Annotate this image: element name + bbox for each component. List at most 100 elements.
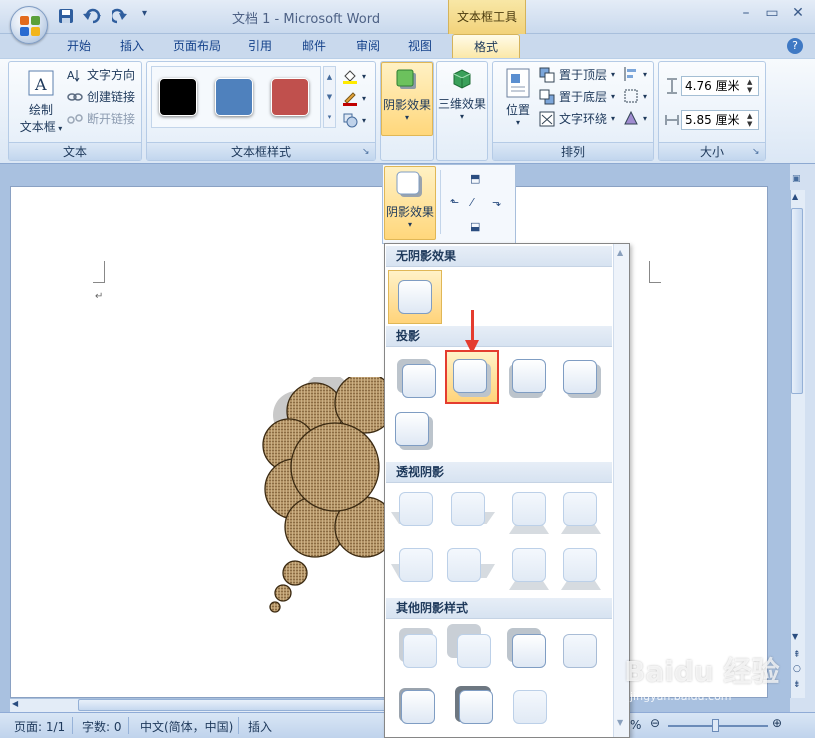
tab-home[interactable]: 开始 xyxy=(60,34,98,58)
group-styles-label: 文本框样式 xyxy=(147,142,375,160)
bring-to-front-button[interactable]: 置于顶层 ▾ xyxy=(539,66,615,83)
group-arrange: 位置 ▾ 置于顶层 ▾ 置于底层 ▾ 文字环绕 ▾ ▾ ▾ ▾ 排列 xyxy=(492,61,654,161)
tab-insert[interactable]: 插入 xyxy=(112,34,152,58)
status-zoom-level[interactable]: % xyxy=(630,718,641,732)
tab-mailings[interactable]: 邮件 xyxy=(294,34,334,58)
cloud-callout-shape[interactable] xyxy=(255,377,395,617)
break-link-label: 断开链接 xyxy=(87,112,136,126)
tab-references[interactable]: 引用 xyxy=(240,34,280,58)
other-shadow-option-1[interactable] xyxy=(403,634,437,668)
change-shape-icon xyxy=(342,112,358,128)
break-link-icon xyxy=(67,111,83,127)
width-spinbox[interactable]: 5.85 厘米 ▲ ▼ xyxy=(681,110,759,130)
drop-shadow-2-thumbnail xyxy=(453,359,487,393)
perspective-shadow-option-7[interactable] xyxy=(512,548,546,582)
text-direction-label: 文字方向 xyxy=(87,68,136,82)
spin-arrows-icon[interactable]: ▲ ▼ xyxy=(747,78,757,94)
drop-shadow-option-4[interactable] xyxy=(563,360,597,394)
scroll-down-icon[interactable]: ▼ xyxy=(792,632,798,641)
other-shadow-option-3[interactable] xyxy=(512,634,546,668)
tab-review[interactable]: 审阅 xyxy=(348,34,388,58)
nudge-shadow-right-icon[interactable]: ⬎ xyxy=(492,196,501,209)
chevron-down-icon: ▾ xyxy=(362,93,367,103)
status-page[interactable]: 页面: 1/1 xyxy=(14,718,65,735)
status-language[interactable]: 中文(简体，中国) xyxy=(140,718,233,735)
perspective-shadow-option-5[interactable] xyxy=(399,548,433,582)
dialog-launcher-icon[interactable]: ↘ xyxy=(362,147,372,157)
send-to-back-button[interactable]: 置于底层 ▾ xyxy=(539,88,615,105)
undo-icon[interactable] xyxy=(82,8,104,26)
window-title: 文档 1 - Microsoft Word xyxy=(232,12,381,27)
restore-icon[interactable]: ▭ xyxy=(760,4,784,24)
perspective-shadow-option-3[interactable] xyxy=(512,492,546,526)
shape-fill-button[interactable]: ▾ xyxy=(342,68,366,84)
redo-icon[interactable] xyxy=(109,8,128,26)
tab-page-layout[interactable]: 页面布局 xyxy=(166,34,228,58)
zoom-in-icon[interactable]: ⊕ xyxy=(772,716,782,730)
height-spinbox[interactable]: 4.76 厘米 ▲ ▼ xyxy=(681,76,759,96)
drop-shadow-option-5[interactable] xyxy=(395,412,429,446)
other-shadow-option-7[interactable] xyxy=(513,690,547,724)
save-icon[interactable] xyxy=(58,8,74,26)
change-shape-button[interactable]: ▾ xyxy=(342,112,366,128)
pen-icon xyxy=(342,90,358,106)
link-icon xyxy=(67,89,83,105)
rotate-button[interactable]: ▾ xyxy=(623,110,647,126)
office-button[interactable] xyxy=(10,6,48,44)
nudge-shadow-left-icon[interactable]: ⬑ xyxy=(450,196,459,209)
help-icon[interactable]: ? xyxy=(787,38,803,54)
style-swatch-blue[interactable] xyxy=(215,78,253,116)
3d-effect-button[interactable]: 三维效果 ▾ xyxy=(437,62,487,136)
dialog-launcher-icon[interactable]: ↘ xyxy=(752,147,762,157)
prev-page-icon[interactable]: ⇞ xyxy=(793,650,801,660)
qat-customize-icon[interactable]: ▾ xyxy=(142,8,147,26)
status-insert-mode[interactable]: 插入 xyxy=(248,718,272,735)
nudge-shadow-down-icon[interactable]: ⬓ xyxy=(470,220,480,233)
position-button[interactable]: 位置 ▾ xyxy=(497,66,539,138)
drop-shadow-option-3[interactable] xyxy=(512,359,546,393)
perspective-shadow-option-2[interactable] xyxy=(451,492,485,526)
gallery-scroll-up-icon[interactable]: ▲ xyxy=(617,248,623,257)
close-icon[interactable]: ✕ xyxy=(786,4,810,24)
drop-shadow-option-1[interactable] xyxy=(402,364,436,398)
zoom-slider-thumb[interactable] xyxy=(712,719,719,732)
vertical-scroll-thumb[interactable] xyxy=(791,208,803,394)
tab-view[interactable]: 视图 xyxy=(400,34,440,58)
text-wrap-button[interactable]: 文字环绕 ▾ xyxy=(539,110,615,127)
shadow-effect-icon xyxy=(396,69,416,89)
style-swatch-black[interactable] xyxy=(159,78,197,116)
spin-arrows-icon[interactable]: ▲ ▼ xyxy=(747,112,757,128)
group-objects-button[interactable]: ▾ xyxy=(623,88,647,104)
shadow-effect-button[interactable]: 阴影效果 ▾ xyxy=(381,62,433,136)
ruler-toggle-icon[interactable]: ▣ xyxy=(792,174,804,186)
status-word-count[interactable]: 字数: 0 xyxy=(82,718,122,735)
tab-format[interactable]: 格式 xyxy=(452,34,520,58)
shadow-effect-dropdown-button[interactable]: 阴影效果 ▾ xyxy=(384,166,436,240)
align-button[interactable]: ▾ xyxy=(623,66,647,82)
minimize-icon[interactable]: – xyxy=(734,4,758,24)
other-shadow-option-2[interactable] xyxy=(457,634,491,668)
other-shadow-option-4[interactable] xyxy=(563,634,597,668)
browse-object-icon[interactable]: ○ xyxy=(793,664,801,674)
text-direction-button[interactable]: A 文字方向 xyxy=(67,66,135,83)
chevron-down-icon: ▾ xyxy=(611,70,616,79)
perspective-shadow-option-1[interactable] xyxy=(399,492,433,526)
shadow-on-off-icon[interactable]: ⁄ xyxy=(471,196,473,209)
style-swatch-red[interactable] xyxy=(271,78,309,116)
create-link-button[interactable]: 创建链接 xyxy=(67,88,135,105)
perspective-shadow-option-6[interactable] xyxy=(447,548,481,582)
shape-outline-button[interactable]: ▾ xyxy=(342,90,366,106)
other-shadow-option-6[interactable] xyxy=(459,690,493,724)
annotation-arrow xyxy=(471,310,474,344)
style-gallery-scroll[interactable]: ▲ ▼ ▾ xyxy=(323,66,336,128)
zoom-out-icon[interactable]: ⊖ xyxy=(650,716,660,730)
gallery-scroll-down-icon[interactable]: ▼ xyxy=(617,718,623,727)
scroll-left-icon[interactable]: ◀ xyxy=(12,699,18,708)
next-page-icon[interactable]: ⇟ xyxy=(793,680,801,690)
perspective-shadow-option-4[interactable] xyxy=(563,492,597,526)
draw-textbox-button[interactable]: A 绘制 文本框 ▾ xyxy=(15,66,67,138)
nudge-shadow-up-icon[interactable]: ⬒ xyxy=(470,172,480,185)
perspective-shadow-option-8[interactable] xyxy=(563,548,597,582)
scroll-up-icon[interactable]: ▲ xyxy=(792,192,798,201)
other-shadow-option-5[interactable] xyxy=(401,690,435,724)
